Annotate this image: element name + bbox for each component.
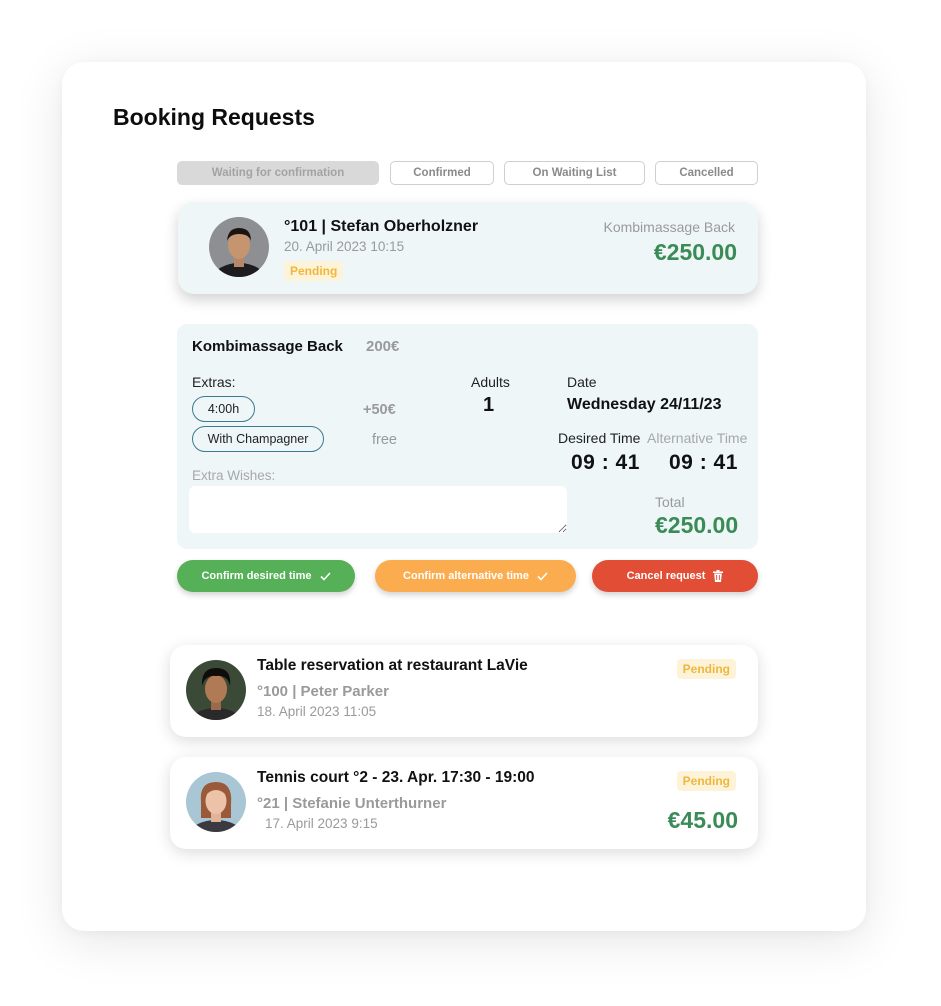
extra-price: +50€ xyxy=(363,402,396,418)
request-title: Tennis court °2 - 23. Apr. 17:30 - 19:00 xyxy=(257,769,535,786)
request-datetime: 17. April 2023 9:15 xyxy=(265,816,378,831)
avatar xyxy=(209,217,269,277)
total-price: €250.00 xyxy=(655,512,739,538)
tab-on-waiting-list[interactable]: On Waiting List xyxy=(504,161,645,185)
cancel-request-button[interactable]: Cancel request xyxy=(592,560,758,592)
request-datetime: 20. April 2023 10:15 xyxy=(284,239,405,254)
trash-icon xyxy=(713,570,724,582)
alternative-time-label: Alternative Time xyxy=(647,430,748,446)
checkmark-icon xyxy=(319,571,331,581)
booking-date: Wednesday 24/11/23 xyxy=(567,396,722,413)
request-card[interactable]: Tennis court °2 - 23. Apr. 17:30 - 19:00… xyxy=(170,757,758,849)
request-datetime: 18. April 2023 11:05 xyxy=(257,704,377,719)
service-name: Kombimassage Back xyxy=(603,219,735,235)
request-card[interactable]: Table reservation at restaurant LaVie °1… xyxy=(170,645,758,737)
alternative-time[interactable]: 09 : 41 xyxy=(669,451,738,475)
request-price: €250.00 xyxy=(653,239,737,265)
date-label: Date xyxy=(567,374,597,390)
confirm-desired-label: Confirm desired time xyxy=(201,570,312,582)
extra-chip-duration[interactable]: 4:00h xyxy=(192,396,255,422)
status-badge: Pending xyxy=(284,261,344,281)
checkmark-icon xyxy=(537,571,548,581)
status-badge: Pending xyxy=(676,659,736,679)
extra-wishes-field[interactable] xyxy=(189,486,567,533)
extra-chip-champagner[interactable]: With Champagner xyxy=(192,426,324,452)
selected-request-card[interactable]: °101 | Stefan Oberholzner 20. April 2023… xyxy=(178,202,758,294)
tab-waiting-for-confirmation[interactable]: Waiting for confirmation xyxy=(177,161,379,185)
confirm-alternative-time-button[interactable]: Confirm alternative time xyxy=(375,560,576,592)
request-title: Table reservation at restaurant LaVie xyxy=(257,657,528,674)
status-tabs: Waiting for confirmation Confirmed On Wa… xyxy=(177,161,758,185)
desired-time[interactable]: 09 : 41 xyxy=(571,451,640,475)
total-label: Total xyxy=(655,494,685,510)
request-price: €45.00 xyxy=(667,807,738,833)
adults-label: Adults xyxy=(471,374,510,390)
adults-count: 1 xyxy=(483,394,495,416)
avatar xyxy=(186,660,246,720)
confirm-desired-time-button[interactable]: Confirm desired time xyxy=(177,560,355,592)
extras-label: Extras: xyxy=(192,374,236,390)
confirm-alternative-label: Confirm alternative time xyxy=(403,570,529,582)
extra-price: free xyxy=(372,432,397,448)
request-detail-panel: Kombimassage Back 200€ Extras: 4:00h +50… xyxy=(177,324,758,549)
detail-base-price: 200€ xyxy=(366,338,400,355)
tab-cancelled[interactable]: Cancelled xyxy=(655,161,758,185)
guest-name: °21 | Stefanie Unterthurner xyxy=(257,795,447,812)
guest-name: °101 | Stefan Oberholzner xyxy=(284,218,479,235)
desired-time-label: Desired Time xyxy=(558,430,641,446)
status-badge: Pending xyxy=(676,771,736,791)
avatar xyxy=(186,772,246,832)
cancel-request-label: Cancel request xyxy=(626,570,706,582)
extra-wishes-label: Extra Wishes: xyxy=(192,468,276,483)
page-title: Booking Requests xyxy=(113,104,315,130)
booking-requests-panel: Booking Requests Waiting for confirmatio… xyxy=(62,62,866,931)
tab-confirmed[interactable]: Confirmed xyxy=(390,161,494,185)
guest-name: °100 | Peter Parker xyxy=(257,683,389,700)
detail-service-title: Kombimassage Back xyxy=(192,338,343,355)
